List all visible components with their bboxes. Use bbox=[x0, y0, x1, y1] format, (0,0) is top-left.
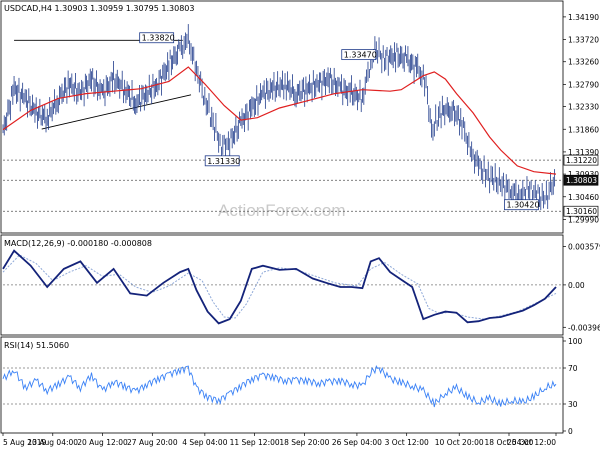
price-title: USDCAD,H4 1.30903 1.30959 1.30795 1.3080… bbox=[4, 4, 194, 13]
price-series bbox=[2, 24, 557, 211]
macd-signal-line bbox=[2, 254, 557, 320]
right-label-text: 1.31220 bbox=[566, 156, 597, 165]
price-y-axis: 1.34190 1.33720 1.33260 1.32790 1.32330 1.318… bbox=[563, 13, 599, 224]
rsi-y-axis: 100 70 30 0 bbox=[563, 337, 583, 436]
x-axis: 5 Aug 201913 Aug 04:00 20 Aug 12:00 27 Aug… bbox=[2, 433, 557, 447]
macd-series bbox=[2, 249, 557, 325]
x-tick-label: 27 Aug 20:00 bbox=[127, 438, 178, 447]
rsi-series bbox=[2, 365, 557, 408]
x-tick-label: 25 Oct 12:00 bbox=[507, 438, 556, 447]
x-tick-label: 13 Aug 04:00 bbox=[27, 438, 78, 447]
annotation-label: 1.30420 bbox=[506, 201, 539, 210]
rsi-levels bbox=[3, 367, 563, 405]
x-tick-label: 18 Sep 20:00 bbox=[279, 438, 329, 447]
price-y-tick-label: 1.30460 bbox=[568, 193, 599, 202]
price-y-tick-label: 1.33260 bbox=[568, 58, 599, 67]
rsi-y-tick-label: 30 bbox=[568, 400, 578, 409]
macd-y-axis: 0.003579 0.00 -0.003966 bbox=[563, 243, 600, 332]
watermark: ActionForex.com bbox=[218, 201, 346, 220]
macd-panel-frame bbox=[0, 234, 564, 336]
annotation-label: 1.31330 bbox=[207, 157, 240, 166]
x-tick-label: 10 Oct 20:00 bbox=[435, 438, 484, 447]
macd-y-tick-label: 0.003579 bbox=[568, 243, 600, 252]
rsi-line bbox=[2, 365, 557, 408]
price-trendline bbox=[41, 94, 192, 130]
price-y-tick-label: 1.32790 bbox=[568, 80, 599, 89]
macd-line bbox=[2, 249, 557, 325]
forex-chart: ActionForex.com 1.338201.334701.313301.3… bbox=[0, 0, 600, 447]
x-tick-label: 26 Sep 04:00 bbox=[332, 438, 382, 447]
rsi-y-tick-label: 70 bbox=[568, 364, 578, 373]
x-tick-label: 4 Sep 04:00 bbox=[182, 438, 228, 447]
price-right-labels: 1.31220 1.30803 1.30160 bbox=[563, 154, 599, 217]
x-tick-label: 20 Aug 12:00 bbox=[77, 438, 128, 447]
right-label-text: 1.30160 bbox=[566, 207, 597, 216]
price-y-tick-label: 1.32330 bbox=[568, 103, 599, 112]
right-label-text: 1.30803 bbox=[566, 176, 597, 185]
rsi-y-tick-label: 100 bbox=[568, 337, 583, 346]
macd-title: MACD(12,26,9) -0.000180 -0.000808 bbox=[4, 239, 152, 248]
rsi-y-tick-label: 0 bbox=[568, 427, 573, 436]
price-y-tick-label: 1.29990 bbox=[568, 215, 599, 224]
macd-y-tick-label: -0.003966 bbox=[568, 323, 600, 332]
x-tick-label: 11 Sep 12:00 bbox=[230, 438, 280, 447]
annotation-label: 1.33820 bbox=[142, 34, 175, 43]
macd-y-tick-label: 0.00 bbox=[568, 281, 585, 290]
price-annotations: 1.33820 1.33470 1.31330 1.30420 bbox=[139, 32, 540, 211]
price-y-tick-label: 1.33720 bbox=[568, 36, 599, 45]
price-y-tick-label: 1.34190 bbox=[568, 13, 599, 22]
price-y-tick-label: 1.31860 bbox=[568, 125, 599, 134]
price-panel-frame bbox=[0, 0, 564, 234]
annotation-label: 1.33470 bbox=[344, 51, 377, 60]
rsi-title: RSI(14) 51.5060 bbox=[4, 341, 69, 350]
x-tick-label: 3 Oct 12:00 bbox=[385, 438, 429, 447]
